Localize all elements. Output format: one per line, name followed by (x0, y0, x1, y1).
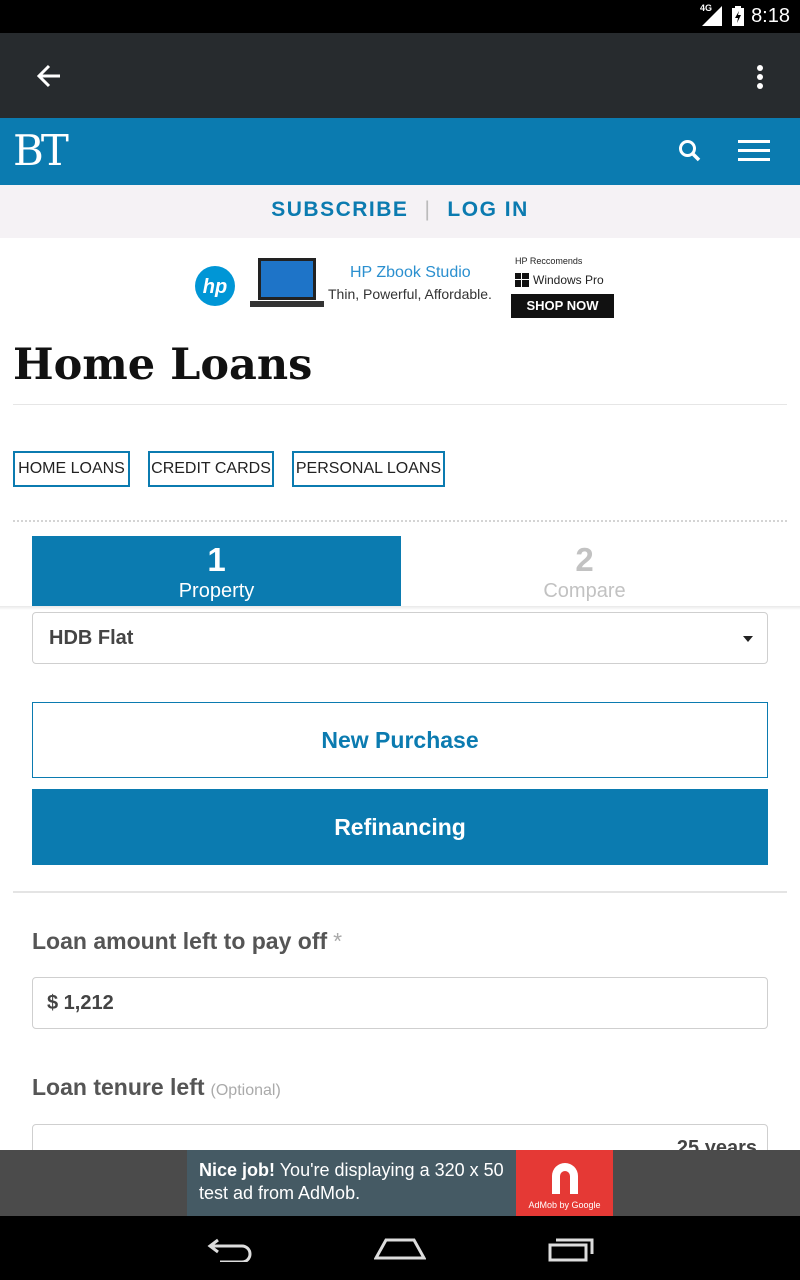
optional-label: (Optional) (210, 1082, 281, 1099)
step-label: Property (178, 580, 255, 602)
step-compare[interactable]: 2 Compare (401, 536, 768, 608)
loan-tenure-label: Loan tenure left (Optional) (32, 1074, 281, 1101)
laptop-image (250, 258, 324, 307)
title-divider (13, 404, 787, 405)
refinancing-button[interactable]: Refinancing (32, 789, 768, 865)
site-header: BT (0, 118, 800, 185)
step-number: 2 (575, 541, 594, 578)
battery-icon (732, 6, 744, 26)
section-divider (13, 891, 787, 893)
hamburger-menu-icon[interactable] (738, 140, 770, 162)
app-bar (0, 33, 800, 118)
step-number: 1 (207, 541, 226, 578)
admob-headline: Nice job! (199, 1160, 276, 1180)
admob-logo: AdMob by Google (516, 1150, 613, 1216)
subscription-bar: SUBSCRIBE | LOG IN (0, 185, 800, 238)
status-time: 8:18 (751, 5, 790, 27)
admob-ad-bar: Nice job! You're displaying a 320 x 50 t… (0, 1150, 800, 1216)
step-label: Compare (543, 580, 626, 602)
ad-recommends: HP Reccomends (515, 256, 583, 266)
ad-banner[interactable]: hp HP Zbook Studio Thin, Powerful, Affor… (190, 250, 620, 322)
admob-logo-caption: AdMob by Google (528, 1200, 601, 1210)
ad-product-tagline: Thin, Powerful, Affordable. (328, 286, 492, 302)
hp-logo-text: hp (203, 276, 227, 298)
admob-ad-text: Nice job! You're displaying a 320 x 50 t… (199, 1159, 519, 1205)
dropdown-caret-icon (743, 636, 753, 642)
home-nav-icon[interactable] (374, 1236, 426, 1260)
recent-apps-icon[interactable] (548, 1236, 594, 1262)
subscribe-link[interactable]: SUBSCRIBE (271, 198, 408, 221)
loan-amount-input[interactable]: $ 1,212 (32, 977, 768, 1029)
required-mark: * (333, 928, 343, 954)
back-nav-icon[interactable] (206, 1238, 252, 1262)
status-bar: 4G 8:18 (0, 0, 800, 33)
tab-personal-loans[interactable]: PERSONAL LOANS (292, 451, 445, 487)
step-shadow (0, 606, 800, 610)
ad-shop-now-button[interactable]: SHOP NOW (511, 294, 614, 318)
overflow-menu-icon[interactable] (755, 65, 765, 89)
tab-credit-cards[interactable]: CREDIT CARDS (148, 451, 274, 487)
login-link[interactable]: LOG IN (447, 198, 528, 221)
tab-home-loans[interactable]: HOME LOANS (13, 451, 130, 487)
ad-windows-label: Windows Pro (533, 273, 604, 287)
signal-icon (702, 6, 722, 26)
admob-logo-icon (552, 1163, 578, 1194)
property-type-value: HDB Flat (49, 627, 134, 649)
bt-logo[interactable]: BT (13, 126, 69, 175)
property-type-select[interactable]: HDB Flat (32, 612, 768, 664)
loan-amount-label-text: Loan amount left to pay off (32, 928, 328, 954)
back-arrow-icon[interactable] (36, 63, 62, 89)
search-icon[interactable] (678, 139, 702, 163)
dotted-divider (13, 520, 787, 522)
navigation-bar (0, 1216, 800, 1280)
page-title: Home Loans (13, 340, 313, 390)
admob-ad-card[interactable]: Nice job! You're displaying a 320 x 50 t… (187, 1150, 613, 1216)
windows-icon (515, 273, 529, 287)
loan-tenure-label-text: Loan tenure left (32, 1074, 205, 1100)
hp-logo: hp (195, 266, 235, 306)
ad-product-title: HP Zbook Studio (350, 264, 471, 281)
new-purchase-button[interactable]: New Purchase (32, 702, 768, 778)
separator: | (424, 198, 432, 221)
loan-amount-label: Loan amount left to pay off * (32, 928, 342, 955)
step-property[interactable]: 1 Property (32, 536, 401, 608)
